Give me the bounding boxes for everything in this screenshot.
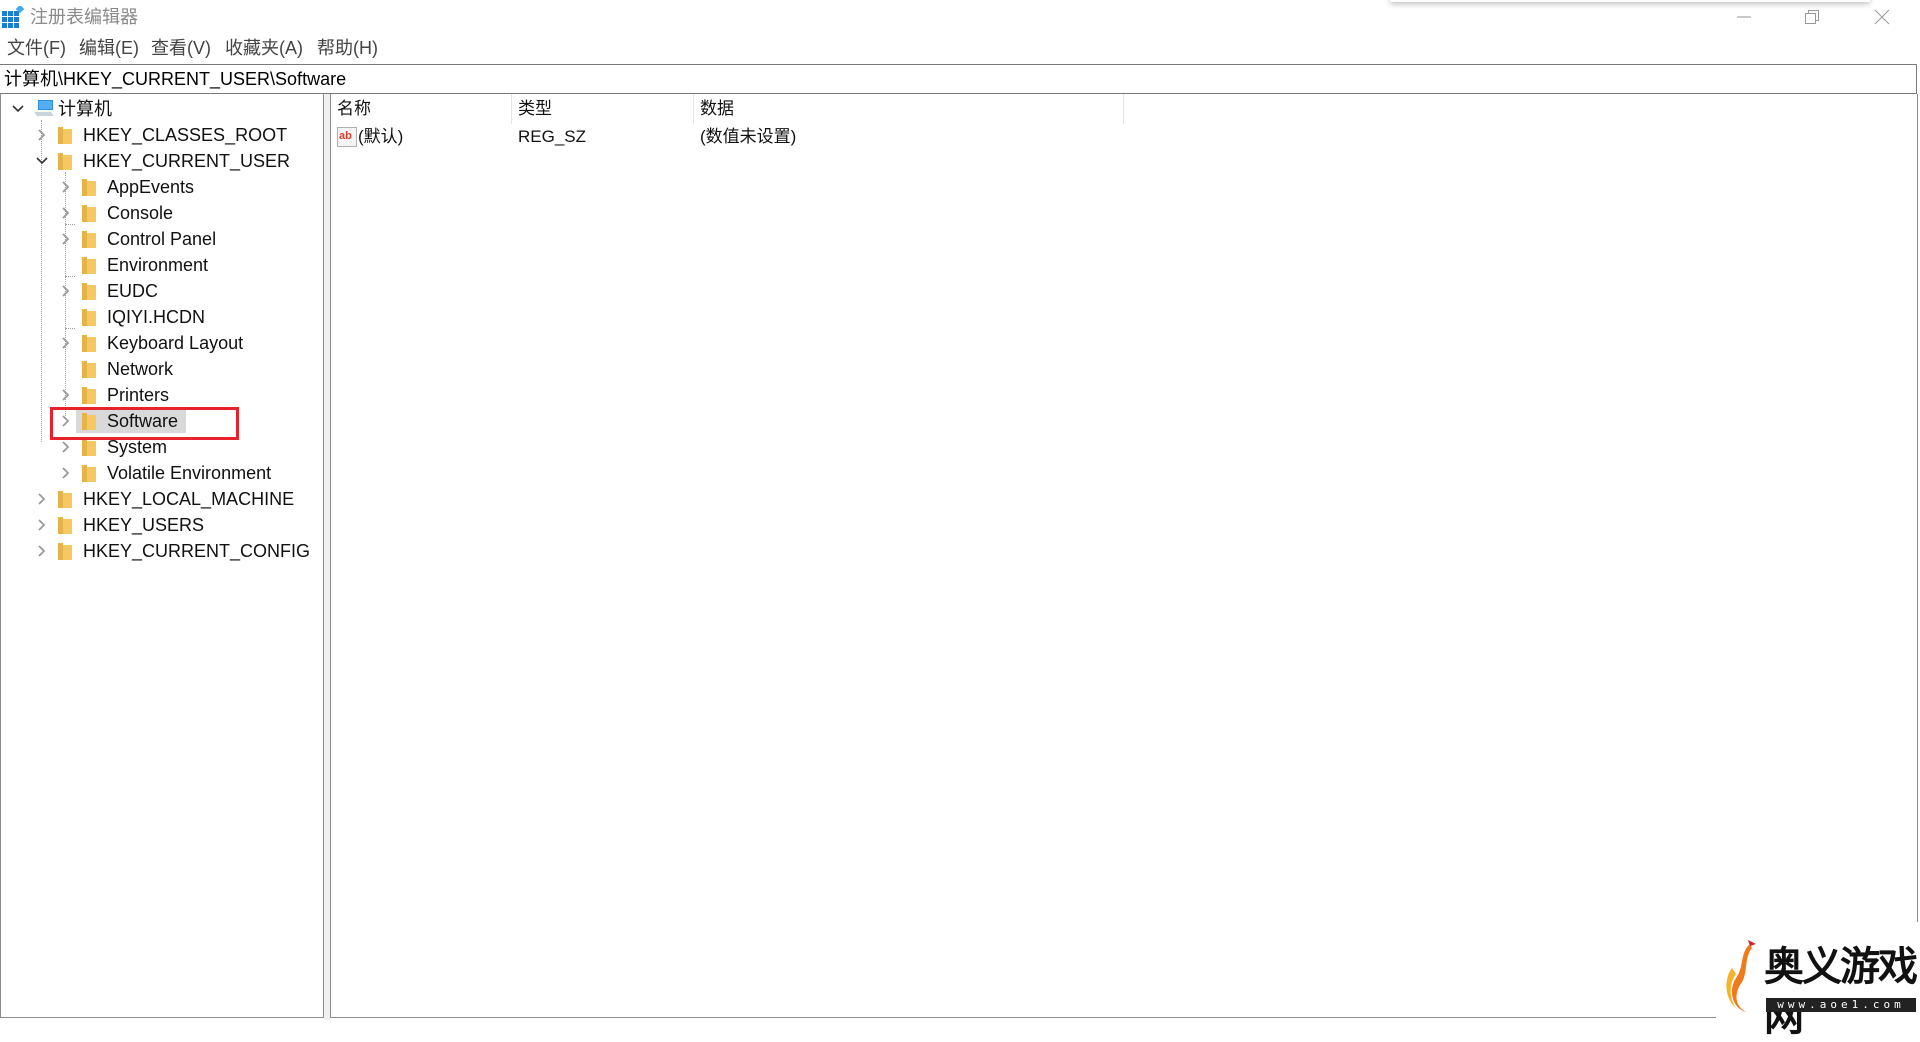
value-data: (数值未设置): [700, 127, 797, 146]
chevron-right-icon[interactable]: [59, 174, 73, 200]
minimize-button[interactable]: [1716, 0, 1772, 34]
tree-item-hkey-current-config[interactable]: HKEY_CURRENT_CONFIG: [1, 538, 321, 564]
tree-label: IQIYI.HCDN: [107, 307, 206, 327]
folder-icon: [58, 517, 72, 534]
tree-label: Control Panel: [107, 229, 217, 249]
column-header-name[interactable]: 名称: [331, 94, 509, 124]
tree-item-volatile-environment[interactable]: Volatile Environment: [1, 460, 321, 486]
chevron-right-icon[interactable]: [59, 382, 73, 408]
column-divider[interactable]: [1123, 94, 1124, 124]
column-header-type[interactable]: 类型: [512, 94, 690, 124]
menu-file[interactable]: 文件(F): [7, 34, 66, 62]
watermark: 奥义游戏网 www.aoe1.com: [1716, 922, 1920, 1040]
tree-label: Network: [107, 359, 174, 379]
tree-item-appevents[interactable]: AppEvents: [1, 174, 321, 200]
phoenix-logo-icon: [1722, 938, 1762, 1014]
folder-icon: [82, 361, 96, 378]
folder-icon: [58, 491, 72, 508]
computer-icon: [33, 100, 55, 118]
tree-label: 计算机: [58, 99, 112, 119]
tree-item-hkey-users[interactable]: HKEY_USERS: [1, 512, 321, 538]
tree-label: Keyboard Layout: [107, 333, 244, 353]
folder-icon: [82, 387, 96, 404]
folder-icon: [82, 231, 96, 248]
folder-icon: [82, 205, 96, 222]
tree-label: EUDC: [107, 281, 159, 301]
chevron-right-icon[interactable]: [59, 330, 73, 356]
tree-item-hkey-current-user[interactable]: HKEY_CURRENT_USER: [1, 148, 321, 174]
chevron-right-icon[interactable]: [59, 226, 73, 252]
tree-label: Volatile Environment: [107, 463, 272, 483]
list-row[interactable]: ab (默认) REG_SZ (数值未设置): [331, 124, 1131, 150]
tree-item-hkey-classes-root[interactable]: HKEY_CLASSES_ROOT: [1, 122, 321, 148]
folder-icon: [82, 465, 96, 482]
restore-icon: [1805, 10, 1819, 24]
chevron-right-icon[interactable]: [35, 486, 49, 512]
tree-label: HKEY_USERS: [83, 515, 205, 535]
address-bar[interactable]: 计算机\HKEY_CURRENT_USER\Software: [0, 64, 1917, 94]
folder-icon: [58, 543, 72, 560]
folder-icon: [82, 283, 96, 300]
tree-label: HKEY_CURRENT_USER: [83, 151, 291, 171]
watermark-url: www.aoe1.com: [1766, 998, 1916, 1012]
tree-label: Printers: [107, 385, 170, 405]
menu-bar: 文件(F) 编辑(E) 查看(V) 收藏夹(A) 帮助(H): [0, 34, 1920, 62]
chevron-right-icon[interactable]: [59, 200, 73, 226]
column-header-data[interactable]: 数据: [694, 94, 1120, 124]
svg-text:ab: ab: [339, 130, 352, 142]
chevron-down-icon[interactable]: [11, 96, 25, 122]
tree-label: HKEY_LOCAL_MACHINE: [83, 489, 295, 509]
folder-icon: [58, 127, 72, 144]
restore-button[interactable]: [1784, 0, 1840, 34]
tree-label: Console: [107, 203, 174, 223]
value-name: (默认): [358, 127, 404, 146]
tree-item-environment[interactable]: Environment: [1, 252, 321, 278]
folder-icon: [82, 439, 96, 456]
tree-label: HKEY_CLASSES_ROOT: [83, 125, 288, 145]
highlight-annotation: [50, 407, 239, 440]
tree-item-computer[interactable]: 计算机: [1, 96, 321, 122]
folder-icon: [82, 179, 96, 196]
chevron-right-icon[interactable]: [35, 122, 49, 148]
tree-item-eudc[interactable]: EUDC: [1, 278, 321, 304]
menu-view[interactable]: 查看(V): [151, 34, 211, 62]
address-path[interactable]: 计算机\HKEY_CURRENT_USER\Software: [4, 65, 346, 93]
folder-icon: [58, 153, 72, 170]
menu-edit[interactable]: 编辑(E): [79, 34, 139, 62]
chevron-down-icon[interactable]: [35, 148, 49, 174]
tree-item-control-panel[interactable]: Control Panel: [1, 226, 321, 252]
tree-item-network[interactable]: Network: [1, 356, 321, 382]
chevron-right-icon[interactable]: [59, 460, 73, 486]
watermark-name: 奥义游戏网: [1764, 943, 1918, 1040]
tree-item-printers[interactable]: Printers: [1, 382, 321, 408]
folder-icon: [82, 309, 96, 326]
string-value-icon: ab: [337, 127, 357, 147]
tree-item-iqiyi-hcdn[interactable]: IQIYI.HCDN: [1, 304, 321, 330]
tree-label: HKEY_CURRENT_CONFIG: [83, 541, 311, 561]
minimize-icon: [1737, 16, 1751, 18]
chevron-right-icon[interactable]: [59, 278, 73, 304]
window-title: 注册表编辑器: [30, 7, 138, 27]
tree-item-console[interactable]: Console: [1, 200, 321, 226]
tree-item-hkey-local-machine[interactable]: HKEY_LOCAL_MACHINE: [1, 486, 321, 512]
close-icon: [1874, 9, 1890, 25]
tree-panel[interactable]: 计算机 HKEY_CLASSES_ROOT HKEY_CURRENT_USER …: [0, 94, 324, 1018]
folder-icon: [82, 335, 96, 352]
menu-favorites[interactable]: 收藏夹(A): [225, 34, 303, 62]
menu-help[interactable]: 帮助(H): [317, 34, 378, 62]
chevron-right-icon[interactable]: [35, 512, 49, 538]
chevron-right-icon[interactable]: [35, 538, 49, 564]
tree-item-keyboard-layout[interactable]: Keyboard Layout: [1, 330, 321, 356]
title-bar: 注册表编辑器: [0, 0, 1920, 34]
registry-editor-icon: [2, 4, 25, 28]
values-list[interactable]: 名称 类型 数据 ab (默认) REG_SZ (数值未设置): [330, 94, 1918, 1018]
close-button[interactable]: [1854, 0, 1910, 34]
folder-icon: [82, 257, 96, 274]
tree-label: AppEvents: [107, 177, 195, 197]
tree-label: Environment: [107, 255, 209, 275]
value-type: REG_SZ: [518, 127, 587, 146]
